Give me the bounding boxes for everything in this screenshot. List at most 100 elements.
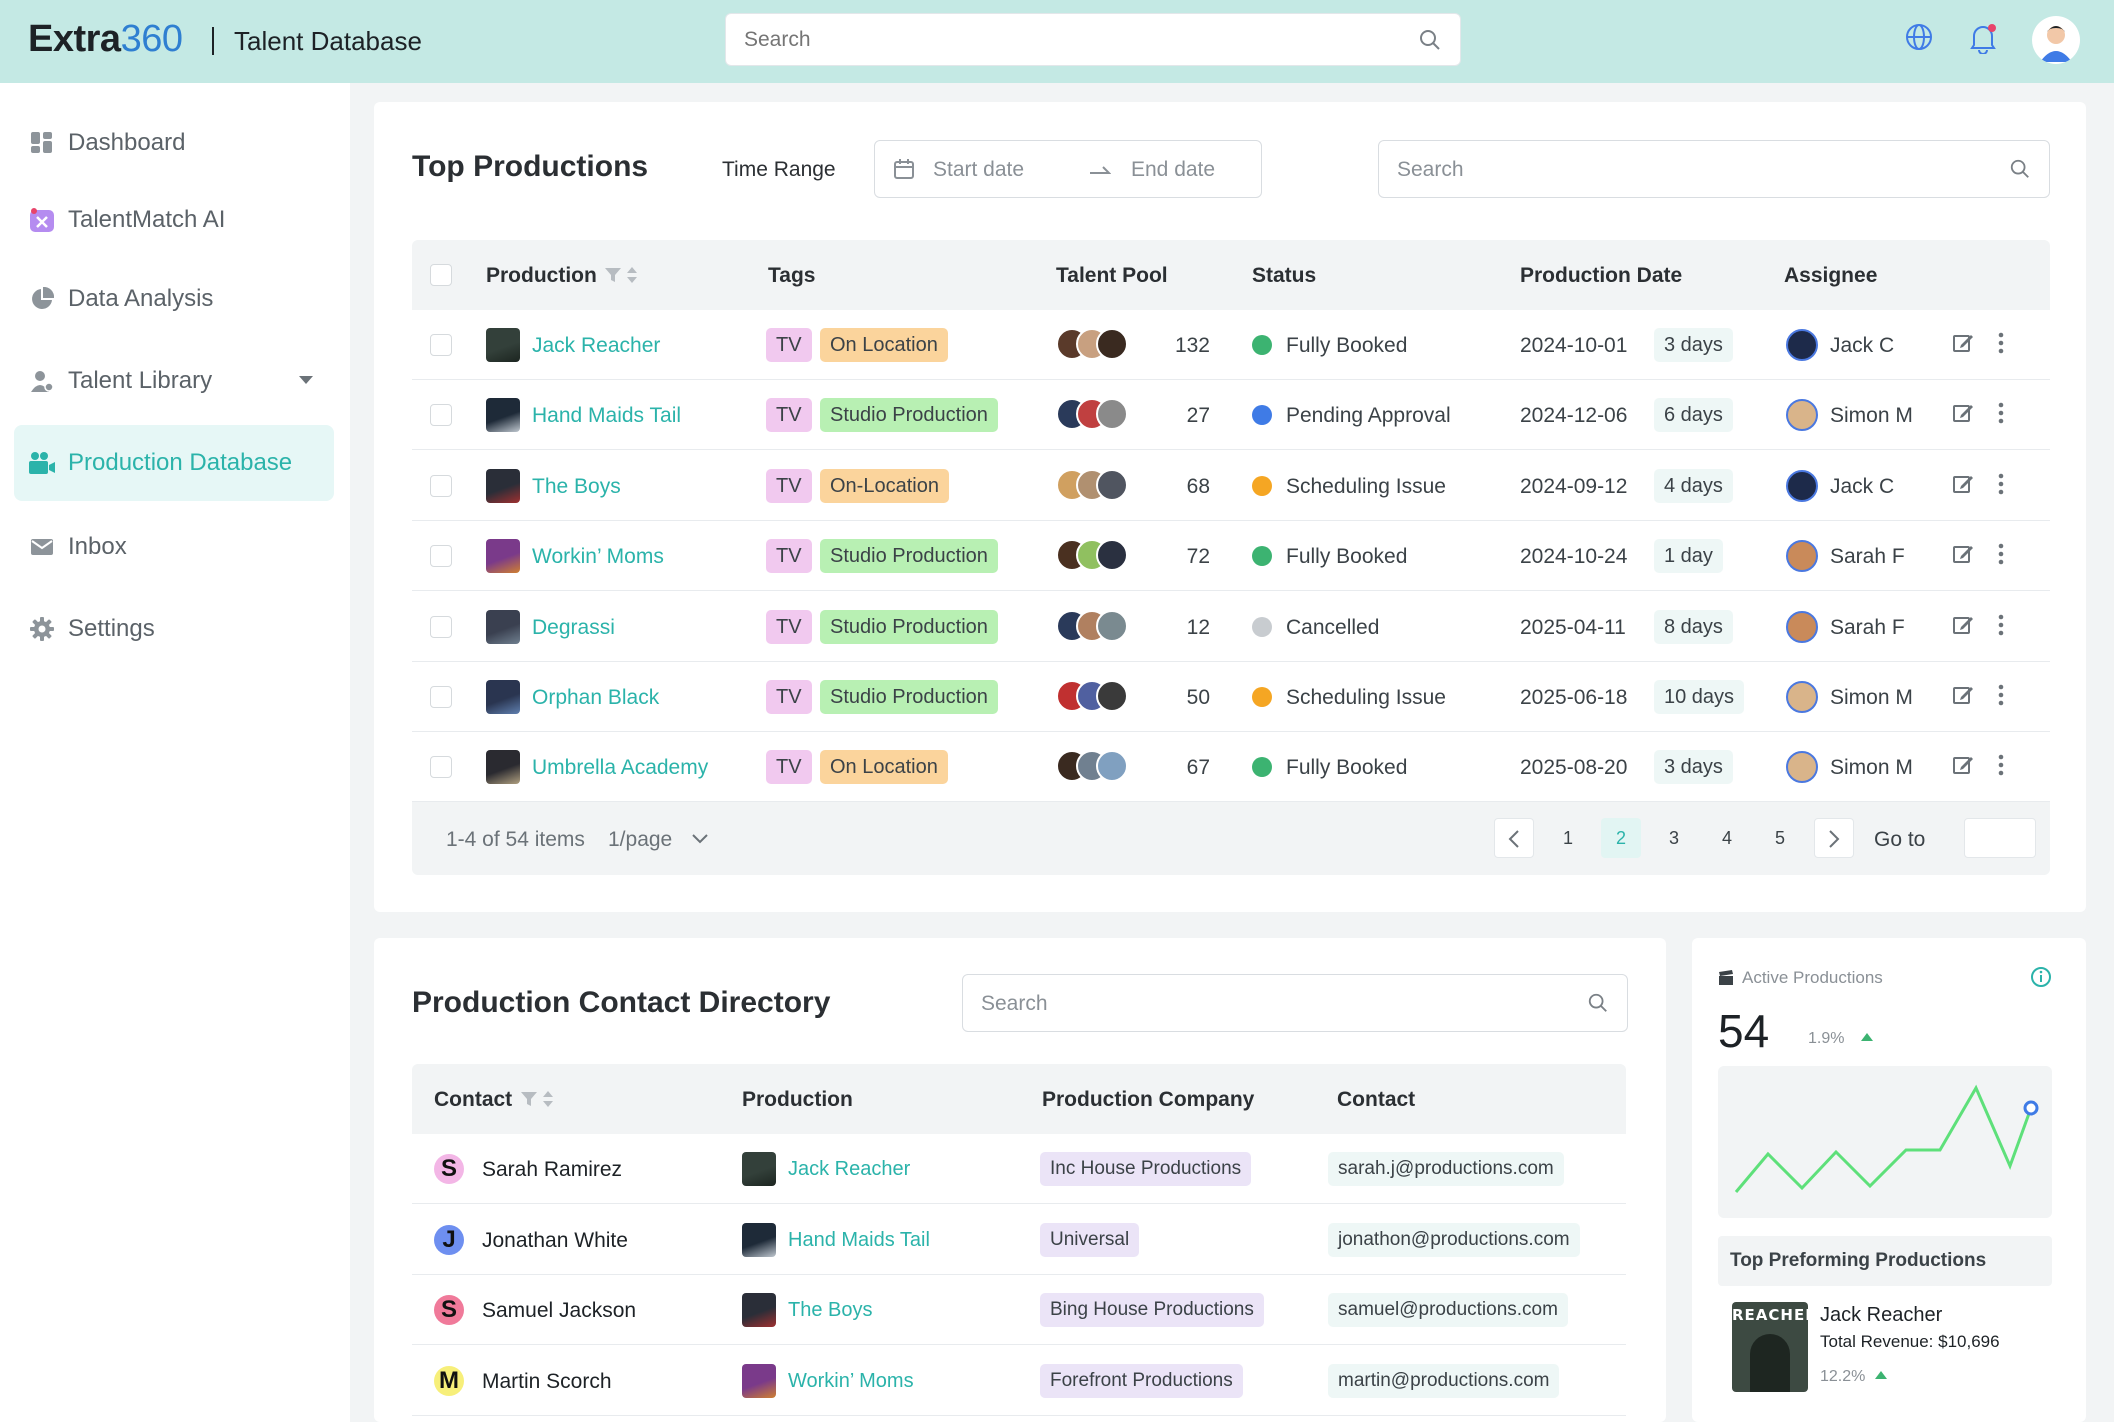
contacts-search[interactable]: Search bbox=[962, 974, 1628, 1032]
contact-email[interactable]: jonathon@productions.com bbox=[1328, 1222, 1580, 1257]
row-checkbox[interactable] bbox=[430, 404, 452, 427]
table-row[interactable]: The Boys TV On-Location 68 Scheduling Issue 2… bbox=[412, 451, 2050, 521]
table-row[interactable]: J Jonathan White Hand Maids Tail Universal j… bbox=[412, 1205, 1626, 1275]
more-options-icon[interactable] bbox=[1998, 473, 2004, 500]
nav-data-analysis[interactable]: Data Analysis bbox=[14, 261, 334, 337]
contact-email[interactable]: martin@productions.com bbox=[1328, 1363, 1560, 1398]
production-date: 2024-09-12 bbox=[1520, 474, 1628, 498]
more-options-icon[interactable] bbox=[1998, 684, 2004, 711]
table-row[interactable]: Jack Reacher TV On Location 132 Fully Booked… bbox=[412, 310, 2050, 380]
production-name-link[interactable]: Orphan Black bbox=[532, 686, 659, 710]
brand-logo[interactable]: Extra360 bbox=[28, 18, 183, 61]
production-name-link[interactable]: Umbrella Academy bbox=[532, 756, 708, 780]
production-name-link[interactable]: Workin’ Moms bbox=[532, 545, 664, 569]
table-row[interactable]: S Sarah Ramirez Jack Reacher Inc House Prod… bbox=[412, 1134, 1626, 1204]
talent-avatars[interactable] bbox=[1056, 609, 1128, 642]
talent-avatars[interactable] bbox=[1056, 680, 1128, 712]
globe-icon[interactable] bbox=[1904, 22, 1934, 52]
page-5[interactable]: 5 bbox=[1760, 818, 1800, 858]
sparkline-endpoint bbox=[2023, 1100, 2039, 1116]
talent-avatars[interactable] bbox=[1056, 539, 1128, 572]
table-row[interactable]: Workin’ Moms TV Studio Production 72 Fully B… bbox=[412, 521, 2050, 592]
edit-icon[interactable] bbox=[1952, 402, 1974, 429]
global-search-input[interactable] bbox=[726, 14, 1386, 65]
end-date-field[interactable]: End date bbox=[1131, 158, 1215, 182]
chevron-down-icon[interactable] bbox=[298, 375, 314, 385]
more-options-icon[interactable] bbox=[1998, 402, 2004, 429]
prev-page-button[interactable] bbox=[1494, 818, 1534, 858]
top-production-poster[interactable]: REACHER bbox=[1732, 1302, 1808, 1392]
edit-icon[interactable] bbox=[1952, 332, 1974, 359]
row-checkbox[interactable] bbox=[430, 474, 452, 497]
contact-email[interactable]: sarah.j@productions.com bbox=[1328, 1152, 1564, 1186]
sort-icon[interactable] bbox=[542, 1090, 554, 1108]
talent-pool-count: 132 bbox=[1174, 334, 1210, 357]
production-poster bbox=[742, 1222, 776, 1257]
edit-icon[interactable] bbox=[1952, 754, 1974, 781]
start-date-field[interactable]: Start date bbox=[933, 158, 1024, 182]
row-checkbox[interactable] bbox=[430, 686, 452, 708]
more-options-icon[interactable] bbox=[1998, 754, 2004, 781]
talent-avatars[interactable] bbox=[1056, 398, 1128, 431]
more-options-icon[interactable] bbox=[1998, 332, 2004, 359]
production-name-link[interactable]: Hand Maids Tail bbox=[532, 404, 681, 428]
edit-icon[interactable] bbox=[1952, 543, 1974, 570]
table-row[interactable]: Hand Maids Tail TV Studio Production 27 Pend… bbox=[412, 380, 2050, 451]
filter-icon[interactable] bbox=[520, 1090, 538, 1108]
nav-production-database[interactable]: Production Database bbox=[14, 425, 334, 501]
row-checkbox[interactable] bbox=[430, 334, 452, 356]
nav-dashboard[interactable]: Dashboard bbox=[14, 105, 334, 181]
nav-talent-library[interactable]: Talent Library bbox=[14, 343, 334, 419]
more-options-icon[interactable] bbox=[1998, 543, 2004, 570]
select-all-checkbox[interactable] bbox=[430, 264, 452, 286]
production-name-link[interactable]: Workin’ Moms bbox=[788, 1370, 914, 1393]
info-icon[interactable] bbox=[2030, 966, 2052, 988]
talent-avatars[interactable] bbox=[1056, 468, 1128, 501]
table-row[interactable]: M Martin Scorch Workin’ Moms Forefront Prod… bbox=[412, 1346, 1626, 1416]
contact-email[interactable]: samuel@productions.com bbox=[1328, 1293, 1568, 1327]
chevron-down-icon[interactable] bbox=[692, 834, 708, 844]
bell-icon[interactable] bbox=[1968, 22, 1998, 54]
nav-settings-label: Settings bbox=[68, 615, 155, 642]
page-4[interactable]: 4 bbox=[1707, 818, 1747, 858]
filter-icon[interactable] bbox=[604, 266, 622, 284]
more-options-icon[interactable] bbox=[1998, 614, 2004, 641]
search-icon[interactable] bbox=[1587, 992, 1609, 1014]
production-name-link[interactable]: Jack Reacher bbox=[532, 334, 660, 358]
talent-avatars[interactable] bbox=[1056, 750, 1128, 783]
search-icon[interactable] bbox=[1418, 28, 1442, 52]
nav-inbox[interactable]: Inbox bbox=[14, 509, 334, 585]
talent-avatars[interactable] bbox=[1056, 328, 1128, 360]
col-production[interactable]: Production bbox=[486, 264, 597, 288]
production-name-link[interactable]: The Boys bbox=[788, 1299, 872, 1322]
search-icon[interactable] bbox=[2009, 158, 2031, 180]
page-size-select[interactable]: 1/page bbox=[608, 828, 672, 852]
goto-input[interactable] bbox=[1964, 818, 2036, 858]
production-name-link[interactable]: Hand Maids Tail bbox=[788, 1229, 930, 1252]
date-range-picker[interactable]: Start date End date bbox=[874, 140, 1262, 198]
table-row[interactable]: Orphan Black TV Studio Production 50 Schedul… bbox=[412, 662, 2050, 732]
page-2[interactable]: 2 bbox=[1601, 818, 1641, 858]
table-row[interactable]: Degrassi TV Studio Production 12 Cancelled 20… bbox=[412, 592, 2050, 662]
nav-talentmatch-ai[interactable]: TalentMatch AI bbox=[14, 182, 334, 258]
edit-icon[interactable] bbox=[1952, 473, 1974, 500]
production-name-link[interactable]: Degrassi bbox=[532, 616, 615, 640]
row-checkbox[interactable] bbox=[430, 756, 452, 779]
top-production-name[interactable]: Jack Reacher bbox=[1820, 1304, 1942, 1327]
sort-icon[interactable] bbox=[626, 266, 638, 284]
production-name-link[interactable]: Jack Reacher bbox=[788, 1158, 910, 1181]
row-checkbox[interactable] bbox=[430, 615, 452, 638]
page-3[interactable]: 3 bbox=[1654, 818, 1694, 858]
edit-icon[interactable] bbox=[1952, 684, 1974, 711]
page-1[interactable]: 1 bbox=[1548, 818, 1588, 858]
production-name-link[interactable]: The Boys bbox=[532, 475, 621, 499]
user-avatar[interactable] bbox=[2032, 16, 2080, 64]
nav-settings[interactable]: Settings bbox=[14, 591, 334, 667]
table-row[interactable]: S Samuel Jackson The Boys Bing House Produc… bbox=[412, 1275, 1626, 1345]
productions-search[interactable]: Search bbox=[1378, 140, 2050, 198]
edit-icon[interactable] bbox=[1952, 614, 1974, 641]
col-contact[interactable]: Contact bbox=[434, 1088, 512, 1112]
table-row[interactable]: Umbrella Academy TV On Location 67 Fully Boo… bbox=[412, 732, 2050, 803]
row-checkbox[interactable] bbox=[430, 545, 452, 568]
next-page-button[interactable] bbox=[1814, 818, 1854, 858]
